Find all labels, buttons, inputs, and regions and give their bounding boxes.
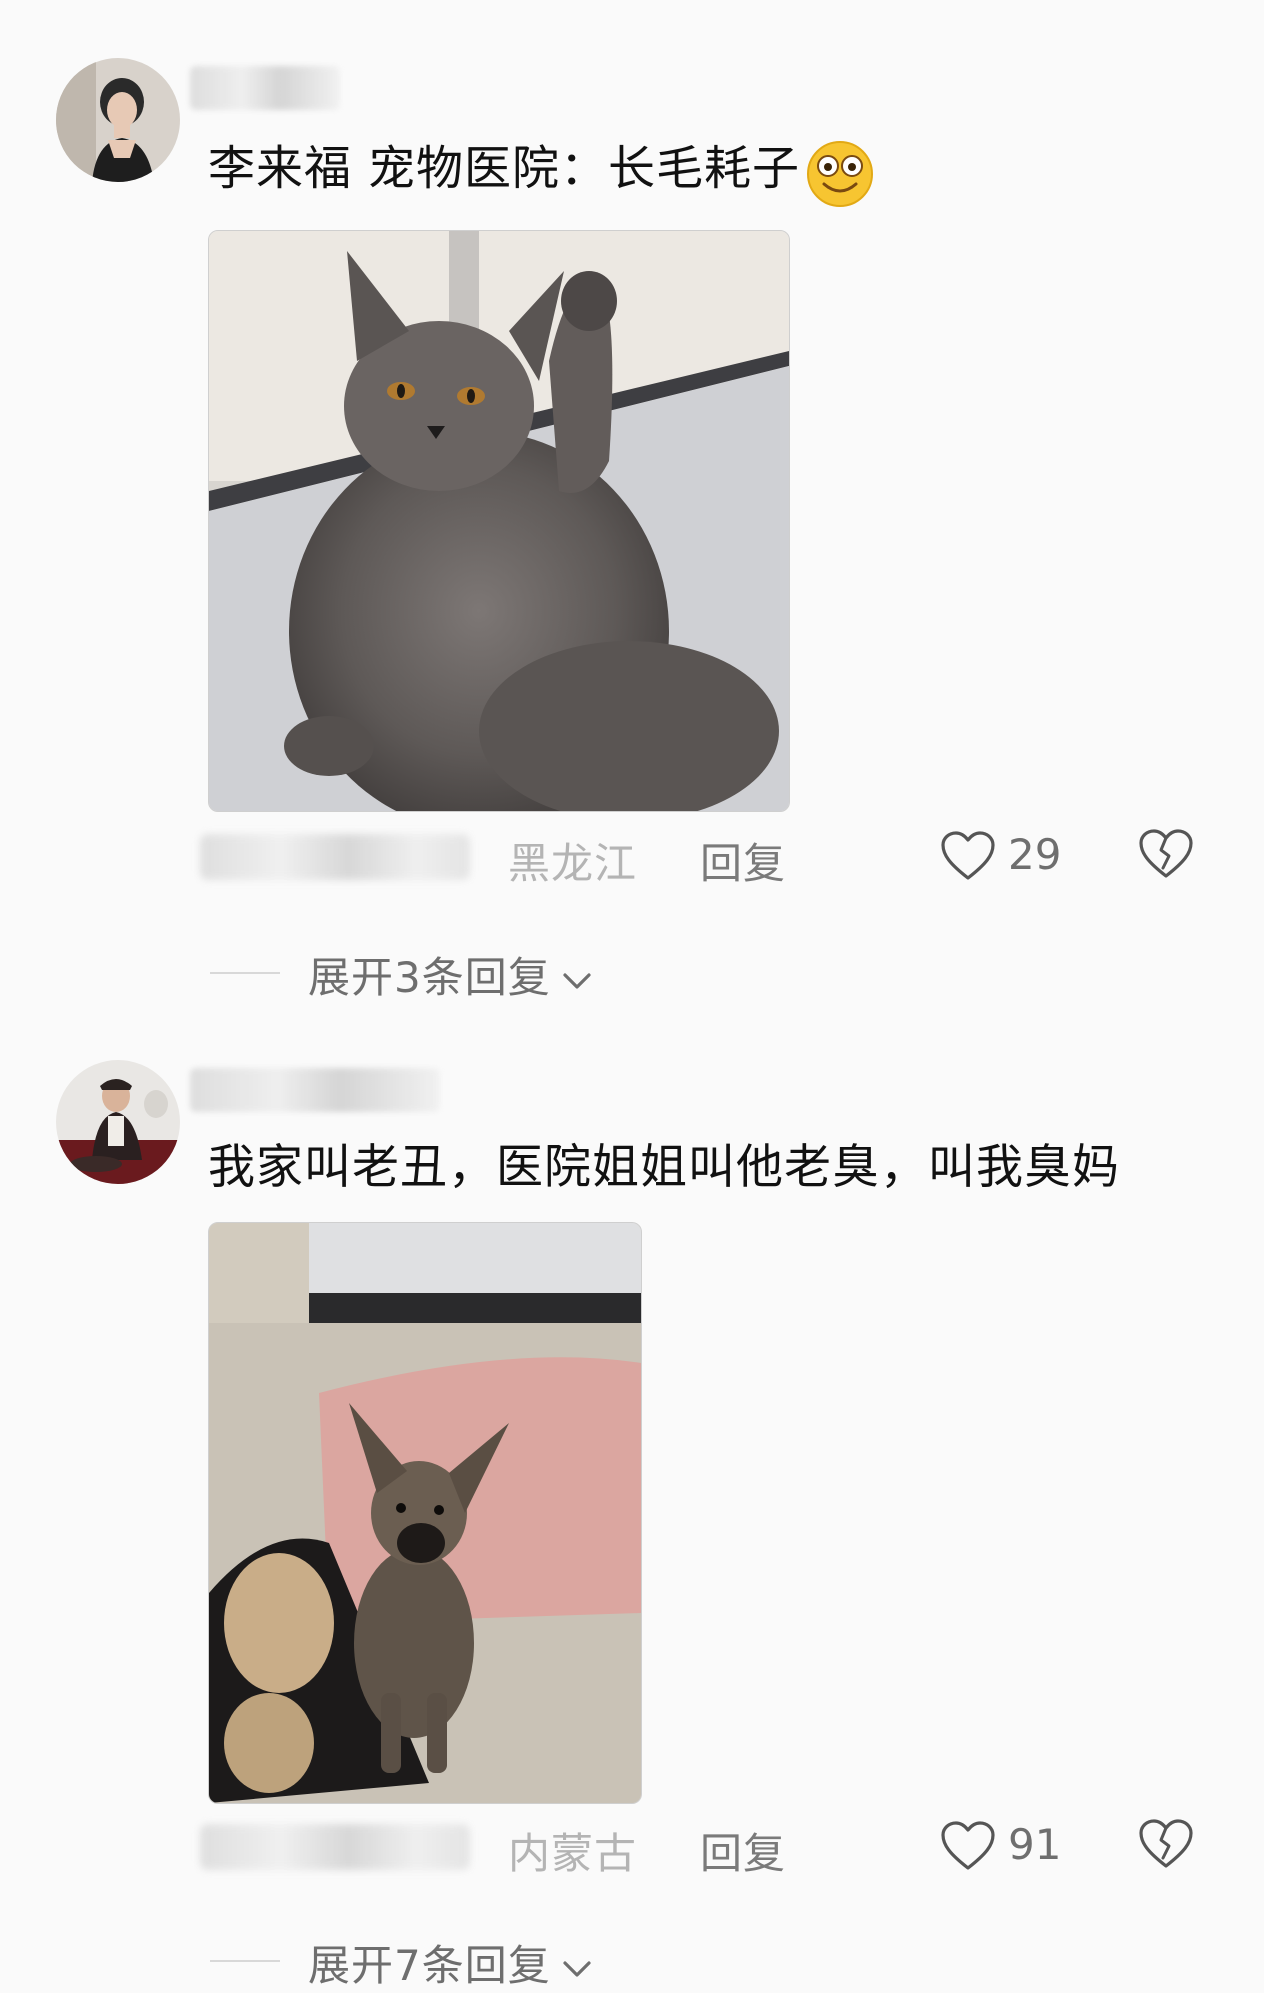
dislike-button[interactable] <box>1138 828 1194 884</box>
expand-replies[interactable]: 展开7条回复 <box>0 1930 1264 1990</box>
smiley-face-emoji <box>804 136 876 208</box>
location-label: 内蒙古 <box>508 1829 638 1878</box>
comment-meta: 内蒙古 回复 91 <box>0 1816 1264 1878</box>
username-blurred[interactable] <box>190 1068 440 1112</box>
divider <box>210 1960 280 1962</box>
chevron-down-icon <box>563 1960 591 1977</box>
like-count: 91 <box>1008 1820 1062 1869</box>
broken-heart-icon <box>1139 829 1193 878</box>
divider <box>210 972 280 974</box>
broken-heart-icon <box>1139 1819 1193 1868</box>
like-count: 29 <box>1008 830 1062 879</box>
username-blurred[interactable] <box>190 66 340 110</box>
reply-button[interactable]: 回复 <box>700 1820 786 1881</box>
reply-button[interactable]: 回复 <box>700 830 786 891</box>
timestamp-blurred <box>200 834 470 880</box>
comment-body: 李来福 宠物医院：长毛耗子 <box>208 141 800 197</box>
expand-replies-label: 展开7条回复 <box>308 1941 551 1990</box>
dislike-button[interactable] <box>1138 1818 1194 1874</box>
avatar[interactable] <box>56 1060 180 1184</box>
expand-replies-button[interactable]: 展开7条回复 <box>308 1932 595 1993</box>
comment-text: 李来福 宠物医院：长毛耗子 <box>208 136 876 208</box>
location-label: 黑龙江 <box>508 839 638 888</box>
comment-photo-puppy[interactable] <box>208 1222 642 1804</box>
expand-replies[interactable]: 展开3条回复 <box>0 942 1264 1002</box>
expand-replies-button[interactable]: 展开3条回复 <box>308 944 595 1005</box>
heart-outline-icon <box>941 831 995 880</box>
heart-outline-icon <box>941 1821 995 1870</box>
expand-replies-label: 展开3条回复 <box>308 953 551 1002</box>
timestamp-blurred <box>200 1824 470 1870</box>
comment-body: 我家叫老丑，医院姐姐叫他老臭，叫我臭妈 <box>208 1140 1120 1195</box>
comment-text: 我家叫老丑，医院姐姐叫他老臭，叫我臭妈 <box>208 1138 1120 1198</box>
comment-photo-cat[interactable] <box>208 230 790 812</box>
comment-meta: 黑龙江 回复 29 <box>0 826 1264 888</box>
avatar[interactable] <box>56 58 180 182</box>
chevron-down-icon <box>563 972 591 989</box>
